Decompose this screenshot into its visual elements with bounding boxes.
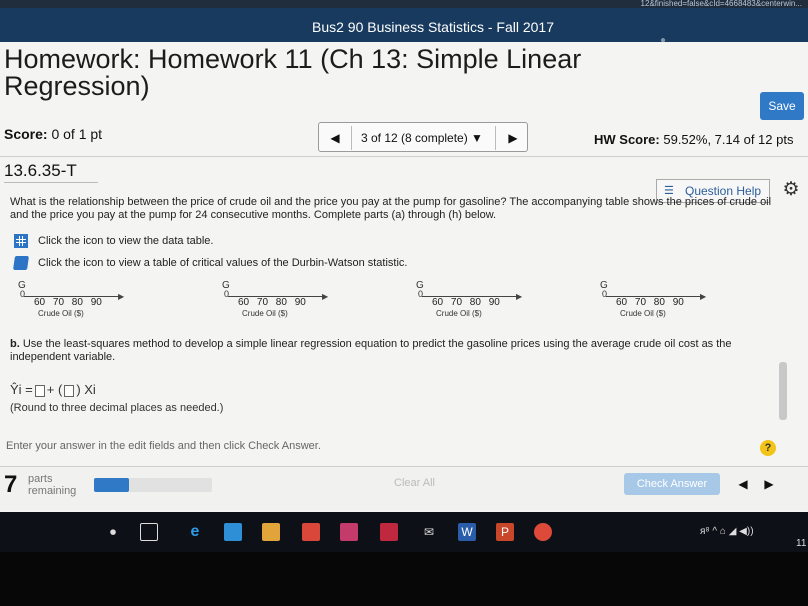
plot-tick-labels: 60 70 80 90 bbox=[432, 297, 500, 308]
next-part-button[interactable]: ▶ bbox=[762, 475, 776, 493]
store-icon[interactable] bbox=[262, 523, 280, 541]
score-row: Score: 0 of 1 pt ◀ 3 of 12 (8 complete) … bbox=[0, 120, 808, 154]
answer-instruction: Enter your answer in the edit fields and… bbox=[6, 440, 321, 452]
axis-arrow-icon: ▶ bbox=[322, 292, 329, 301]
parts-text-line2: remaining bbox=[28, 485, 77, 497]
part-b-text: Use the least-squares method to develop … bbox=[10, 338, 732, 363]
plot-tick-labels: 60 70 80 90 bbox=[616, 297, 684, 308]
save-button[interactable]: Save bbox=[760, 92, 804, 120]
next-question-button[interactable]: ▶ bbox=[505, 130, 521, 146]
previous-question-button[interactable]: ◀ bbox=[327, 130, 343, 146]
plot-x-label: Crude Oil ($) bbox=[620, 309, 666, 318]
equation-plus: + ( bbox=[46, 382, 63, 397]
progress-fill bbox=[94, 478, 130, 492]
score-value: 0 of 1 pt bbox=[51, 126, 103, 142]
plot-x-label: Crude Oil ($) bbox=[242, 309, 288, 318]
monitor-bezel bbox=[0, 552, 808, 606]
parts-progress-bar bbox=[94, 478, 212, 492]
plot-tick-labels: 60 70 80 90 bbox=[34, 297, 102, 308]
edge-browser-icon[interactable]: e bbox=[186, 523, 204, 541]
question-position-dropdown[interactable]: 3 of 12 (8 complete) ▼ bbox=[361, 131, 483, 145]
parts-remaining-text: parts remaining bbox=[28, 473, 76, 497]
table-icon[interactable] bbox=[14, 234, 28, 248]
scatterplot-option[interactable]: G 0 ▶ 60 70 80 90 Crude Oil ($) bbox=[600, 280, 760, 332]
plot-tick-labels: 60 70 80 90 bbox=[238, 297, 306, 308]
plot-zero-label: 0 bbox=[20, 289, 26, 299]
plot-x-label: Crude Oil ($) bbox=[38, 309, 84, 318]
hw-score: HW Score: 59.52%, 7.14 of 12 pts bbox=[594, 132, 793, 147]
plot-zero-label: 0 bbox=[224, 289, 230, 299]
chrome-icon[interactable] bbox=[534, 523, 552, 541]
score: Score: 0 of 1 pt bbox=[4, 126, 102, 142]
file-explorer-icon[interactable] bbox=[224, 523, 242, 541]
homework-page: Homework: Homework 11 (Ch 13: Simple Lin… bbox=[0, 42, 808, 512]
clear-all-button[interactable]: Clear All bbox=[394, 477, 435, 489]
nav-divider bbox=[495, 126, 496, 150]
durbin-watson-link[interactable]: Click the icon to view a table of critic… bbox=[13, 256, 408, 270]
axis-arrow-icon: ▶ bbox=[700, 292, 707, 301]
slope-input[interactable] bbox=[64, 384, 75, 397]
microphone-icon[interactable]: ⏺ bbox=[104, 523, 122, 541]
durbin-watson-link-label: Click the icon to view a table of critic… bbox=[38, 256, 408, 269]
homework-title: Homework: Homework 11 (Ch 13: Simple Lin… bbox=[4, 44, 582, 101]
scrollbar[interactable] bbox=[779, 362, 787, 420]
scatterplot-option[interactable]: G 0 ▶ 60 70 80 90 Crude Oil ($) bbox=[18, 280, 178, 332]
axis-arrow-icon: ▶ bbox=[118, 292, 125, 301]
hw-score-label: HW Score: bbox=[594, 132, 660, 147]
question-header: 13.6.35-T ☰ Question Help ⚙ bbox=[0, 156, 808, 203]
mail-icon[interactable]: ✉ bbox=[420, 523, 438, 541]
scatterplot-options: G 0 ▶ 60 70 80 90 Crude Oil ($) G 0 ▶ 60… bbox=[0, 280, 808, 332]
hw-score-value: 59.52%, 7.14 of 12 pts bbox=[663, 132, 794, 147]
score-label: Score: bbox=[4, 126, 48, 142]
rounding-note: (Round to three decimal places as needed… bbox=[10, 402, 224, 414]
system-tray[interactable]: ᴙ⁸ ^ ⌂ ◢ ◀)) bbox=[700, 526, 754, 537]
course-header: Bus2 90 Business Statistics - Fall 2017 … bbox=[0, 8, 808, 46]
part-b-label: b. bbox=[10, 338, 20, 350]
app-icon[interactable] bbox=[340, 523, 358, 541]
parts-text-line1: parts bbox=[28, 473, 53, 485]
clock-fragment: 11 bbox=[796, 538, 807, 549]
help-question-icon[interactable]: ? bbox=[760, 440, 776, 456]
plot-x-label: Crude Oil ($) bbox=[436, 309, 482, 318]
data-table-link-label: Click the icon to view the data table. bbox=[38, 234, 214, 247]
data-table-link[interactable]: Click the icon to view the data table. bbox=[14, 234, 213, 248]
book-icon[interactable] bbox=[13, 256, 29, 270]
word-icon[interactable]: W bbox=[458, 523, 476, 541]
plot-zero-label: 0 bbox=[602, 289, 608, 299]
question-navigator: ◀ 3 of 12 (8 complete) ▼ ▶ bbox=[318, 122, 528, 152]
axis-arrow-icon: ▶ bbox=[516, 292, 523, 301]
app-icon[interactable] bbox=[302, 523, 320, 541]
mcafee-icon[interactable] bbox=[380, 523, 398, 541]
answer-footer: 7 parts remaining Clear All Check Answer… bbox=[0, 466, 808, 510]
browser-url-strip: 12&finished=false&cId=4668483&centerwin.… bbox=[0, 0, 808, 8]
previous-part-button[interactable]: ◀ bbox=[736, 475, 750, 493]
intercept-input[interactable] bbox=[34, 384, 45, 397]
course-title: Bus2 90 Business Statistics - Fall 2017 bbox=[312, 19, 555, 35]
check-answer-button[interactable]: Check Answer bbox=[624, 473, 720, 495]
windows-taskbar: ⏺ e ✉ W P ᴙ⁸ ^ ⌂ ◢ ◀)) 11 bbox=[0, 512, 808, 552]
gear-icon[interactable]: ⚙ bbox=[780, 179, 802, 201]
question-id: 13.6.35-T bbox=[4, 161, 98, 183]
part-b-prompt: b. Use the least-squares method to devel… bbox=[10, 338, 780, 364]
powerpoint-icon[interactable]: P bbox=[496, 523, 514, 541]
plot-zero-label: 0 bbox=[418, 289, 424, 299]
equation-end: ) Xi bbox=[76, 382, 96, 397]
nav-divider bbox=[351, 126, 352, 150]
equation-lhs: Ŷi = bbox=[10, 382, 33, 397]
regression-equation: Ŷi = + ( ) Xi bbox=[10, 382, 96, 397]
parts-remaining-count: 7 bbox=[4, 471, 18, 498]
scatterplot-option[interactable]: G 0 ▶ 60 70 80 90 Crude Oil ($) bbox=[416, 280, 576, 332]
scatterplot-option[interactable]: G 0 ▶ 60 70 80 90 Crude Oil ($) bbox=[222, 280, 382, 332]
task-view-icon[interactable] bbox=[140, 523, 158, 541]
question-text: What is the relationship between the pri… bbox=[10, 196, 772, 221]
